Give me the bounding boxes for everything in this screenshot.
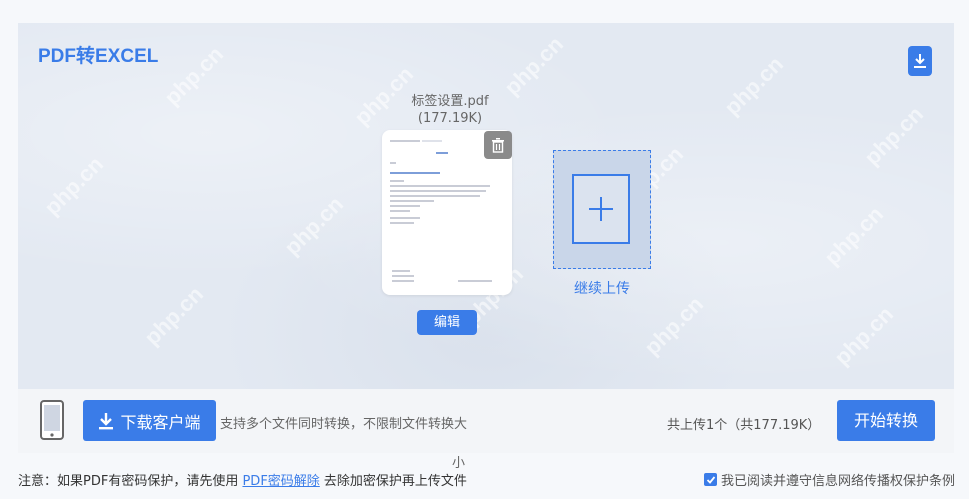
delete-file-button[interactable] [484, 131, 512, 159]
add-file-label[interactable]: 继续上传 [553, 278, 651, 298]
trash-icon [492, 138, 504, 153]
start-convert-button[interactable]: 开始转换 [837, 400, 935, 441]
upload-summary: 共上传1个（共177.19K） [667, 418, 821, 433]
watermark: php.cn [499, 31, 569, 100]
watermark: php.cn [139, 281, 209, 350]
watermark: php.cn [639, 291, 709, 360]
watermark: php.cn [279, 191, 349, 260]
edit-button[interactable]: 编辑 [417, 310, 477, 335]
agreement[interactable]: 我已阅读并遵守信息网络传播权保护条例 [704, 470, 955, 489]
notice: 注意：如果PDF有密码保护，请先使用 PDF密码解除 去除加密保护再上传文件 [18, 470, 467, 489]
download-client-button[interactable]: 下载客户端 [83, 400, 216, 441]
phone-icon [40, 400, 64, 440]
support-text-tail: 小 [452, 456, 466, 471]
file-size: (177.19K) [417, 111, 483, 126]
notice-prefix: 注意：如果PDF有密码保护，请先使用 [18, 474, 243, 489]
pdf-unlock-link[interactable]: PDF密码解除 [242, 474, 319, 489]
plus-icon [589, 197, 613, 221]
notice-suffix: 去除加密保护再上传文件 [319, 474, 467, 489]
support-text: 支持多个文件同时转换，不限制文件转换大 [220, 417, 468, 432]
download-client-label: 下载客户端 [120, 412, 201, 432]
checkbox-checked-icon [706, 475, 715, 484]
file-name: 标签设置.pdf [411, 94, 489, 109]
watermark: php.cn [39, 151, 109, 220]
page-title: PDF转EXCEL [38, 46, 159, 67]
download-button[interactable] [908, 46, 932, 76]
watermark: php.cn [859, 101, 929, 170]
watermark: php.cn [819, 201, 889, 270]
add-file-button[interactable] [572, 174, 630, 244]
watermark: php.cn [829, 301, 899, 370]
agreement-text: 我已阅读并遵守信息网络传播权保护条例 [721, 474, 956, 489]
watermark: php.cn [159, 41, 229, 110]
watermark: php.cn [719, 51, 789, 120]
download-icon [99, 412, 114, 429]
agreement-checkbox[interactable] [704, 473, 717, 486]
download-icon [914, 54, 926, 68]
